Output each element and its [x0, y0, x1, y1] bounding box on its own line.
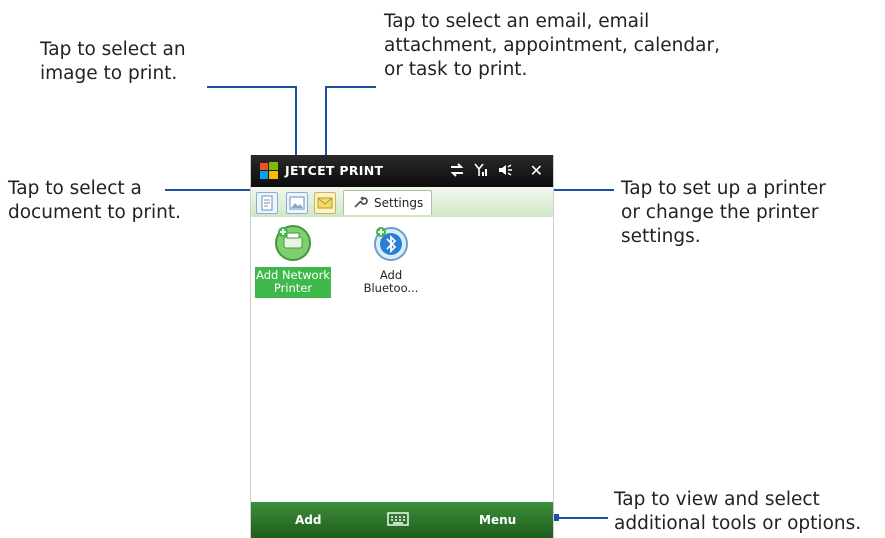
add-bluetooth-printer-label-line2: Bluetoo...	[363, 281, 419, 295]
signal-icon[interactable]	[473, 162, 489, 182]
printer-list: Add Network Printer Add Bluetoo...	[251, 217, 553, 502]
add-bluetooth-printer-label: Add Bluetoo...	[353, 267, 429, 298]
callout-email-line2: attachment, appointment, calendar,	[384, 35, 720, 56]
tab-settings-label: Settings	[374, 196, 424, 210]
callout-menu-text: Tap to view and select additional tools …	[614, 488, 861, 536]
volume-icon[interactable]	[497, 162, 513, 182]
add-network-printer-label: Add Network Printer	[255, 267, 331, 298]
image-tab-icon[interactable]	[286, 192, 308, 214]
callout-menu-line	[553, 517, 608, 519]
close-icon[interactable]: ✕	[530, 161, 543, 180]
callout-email-line3: or task to print.	[384, 59, 528, 80]
phone-screen: JETCET PRINT ✕ Settings Add Network Prin…	[250, 155, 554, 538]
add-network-printer-label-line2: Printer	[273, 281, 313, 295]
callout-settings-line1: Tap to set up a printer	[621, 178, 826, 199]
callout-email-line1: Tap to select an email, email	[384, 11, 650, 32]
callout-image-line2: image to print.	[40, 63, 178, 84]
callout-document-line1: Tap to select a	[8, 178, 142, 199]
menu-softkey[interactable]: Menu	[479, 513, 516, 527]
status-icons	[449, 162, 513, 182]
add-network-printer-item[interactable]: Add Network Printer	[255, 223, 331, 298]
callout-email-line	[325, 86, 376, 88]
windows-start-icon[interactable]	[259, 161, 279, 181]
callout-document-line	[165, 189, 250, 191]
network-printer-icon	[255, 223, 331, 267]
add-softkey[interactable]: Add	[295, 513, 321, 527]
keyboard-icon[interactable]	[387, 511, 409, 530]
add-bluetooth-printer-item[interactable]: Add Bluetoo...	[353, 223, 429, 298]
wrench-icon	[352, 194, 368, 213]
callout-image-text: Tap to select an image to print.	[40, 38, 186, 86]
app-title: JETCET PRINT	[285, 163, 384, 178]
callout-document-line2: document to print.	[8, 202, 182, 223]
callout-menu-line1: Tap to view and select	[614, 489, 820, 510]
email-tab-icon[interactable]	[314, 192, 336, 214]
callout-settings-line3: settings.	[621, 226, 701, 247]
sync-icon[interactable]	[449, 162, 465, 182]
callout-email-text: Tap to select an email, email attachment…	[384, 10, 720, 82]
callout-image-line	[207, 86, 296, 88]
bluetooth-printer-icon	[353, 223, 429, 267]
softkey-bar: Add Menu	[251, 502, 553, 538]
callout-image-line1: Tap to select an	[40, 39, 186, 60]
callout-settings-line2: or change the printer	[621, 202, 819, 223]
callout-settings-text: Tap to set up a printer or change the pr…	[621, 177, 826, 249]
title-bar: JETCET PRINT ✕	[251, 155, 553, 187]
document-tab-icon[interactable]	[256, 192, 278, 214]
callout-menu-line2: additional tools or options.	[614, 513, 862, 534]
tab-bar: Settings	[251, 187, 553, 218]
tab-settings[interactable]: Settings	[343, 190, 433, 215]
callout-document-text: Tap to select a document to print.	[8, 177, 181, 225]
